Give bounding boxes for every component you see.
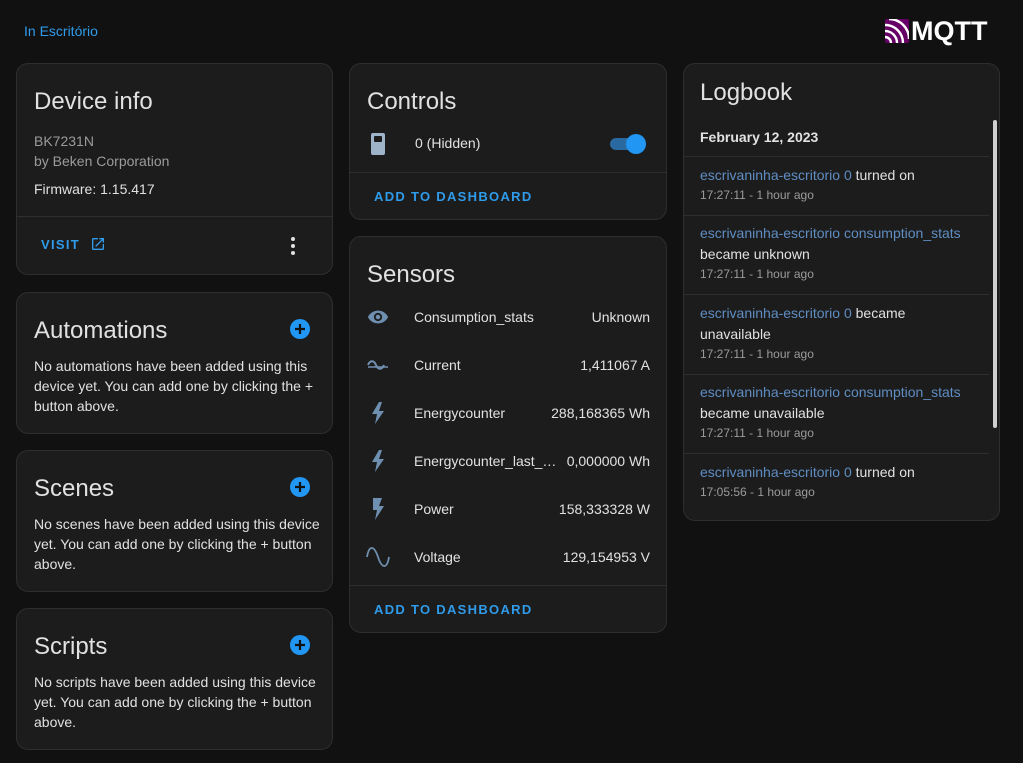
sensor-name: Voltage bbox=[414, 549, 461, 565]
sine-wave-icon bbox=[366, 545, 390, 569]
control-toggle[interactable] bbox=[608, 134, 646, 154]
logbook-separator bbox=[684, 453, 989, 454]
visit-button[interactable]: VISIT bbox=[41, 236, 106, 252]
logbook-separator bbox=[684, 156, 989, 157]
log-entry: escrivaninha-escritorio 0 turned on 17:2… bbox=[684, 165, 989, 202]
log-entry: escrivaninha-escritorio consumption_stat… bbox=[684, 382, 989, 440]
scripts-empty-text: No scripts have been added using this de… bbox=[34, 674, 316, 730]
open-in-new-icon bbox=[92, 238, 105, 250]
controls-title: Controls bbox=[367, 88, 457, 115]
log-entry: escrivaninha-escritorio 0 turned on 17:0… bbox=[684, 462, 989, 499]
control-row[interactable]: 0 (Hidden) bbox=[350, 128, 666, 160]
log-entity-link[interactable]: escrivaninha-escritorio 0 bbox=[700, 305, 852, 321]
visit-label: VISIT bbox=[41, 236, 81, 252]
add-automation-button[interactable] bbox=[290, 319, 310, 339]
add-script-button[interactable] bbox=[290, 635, 310, 655]
controls-card: Controls 0 (Hidden) ADD TO DASHBOARD bbox=[349, 63, 667, 220]
sensor-row[interactable]: Voltage 129,154953 V bbox=[350, 533, 666, 581]
logbook-title: Logbook bbox=[700, 79, 793, 106]
device-manufacturer: by Beken Corporation bbox=[34, 153, 170, 169]
log-time: 17:05:56 - 1 hour ago bbox=[700, 485, 815, 499]
flash-icon bbox=[366, 449, 390, 473]
flash-icon bbox=[366, 401, 390, 425]
sensor-name: Current bbox=[414, 357, 461, 373]
mqtt-logo-icon bbox=[885, 19, 909, 43]
log-action: became unknown bbox=[700, 246, 810, 262]
sensor-value: 158,333328 W bbox=[558, 501, 650, 517]
log-entity-link[interactable]: escrivaninha-escritorio 0 bbox=[700, 464, 852, 480]
logbook-separator bbox=[684, 294, 989, 295]
eye-icon bbox=[366, 305, 390, 329]
mqtt-wordmark: MQTT bbox=[911, 15, 988, 46]
log-time: 17:27:11 - 1 hour ago bbox=[700, 188, 814, 202]
logbook-separator bbox=[684, 374, 989, 375]
control-label: 0 (Hidden) bbox=[415, 135, 481, 151]
sensor-value: 129,154953 V bbox=[562, 549, 650, 565]
plus-icon bbox=[295, 482, 305, 492]
sensor-value: Unknown bbox=[591, 309, 650, 325]
controls-add-to-dashboard-button[interactable]: ADD TO DASHBOARD bbox=[374, 189, 533, 204]
sensor-row[interactable]: Consumption_stats Unknown bbox=[350, 293, 666, 341]
scenes-empty-text: No scenes have been added using this dev… bbox=[34, 516, 320, 572]
log-entry: escrivaninha-escritorio 0 became unavail… bbox=[684, 303, 989, 361]
logbook-scrollbar[interactable] bbox=[993, 120, 997, 428]
sensor-row[interactable]: Power 158,333328 W bbox=[350, 485, 666, 533]
sensor-row[interactable]: Energycounter_last_hour 0,000000 Wh bbox=[350, 437, 666, 485]
log-entity-link[interactable]: escrivaninha-escritorio 0 bbox=[700, 167, 852, 183]
automations-title: Automations bbox=[34, 317, 168, 344]
logbook-separator bbox=[684, 215, 989, 216]
flash-bold-icon bbox=[366, 497, 390, 521]
mqtt-logo: MQTT bbox=[885, 16, 987, 46]
logbook-card: Logbook February 12, 2023 escrivaninha-e… bbox=[683, 63, 1000, 521]
device-info-divider bbox=[17, 216, 332, 217]
log-entity-link[interactable]: escrivaninha-escritorio consumption_stat… bbox=[700, 384, 961, 400]
plus-icon bbox=[295, 640, 305, 650]
logbook-date: February 12, 2023 bbox=[700, 129, 819, 145]
log-action: became unavailable bbox=[700, 405, 825, 421]
sensors-title: Sensors bbox=[367, 261, 456, 288]
scripts-card: Scripts No scripts have been added using… bbox=[16, 608, 333, 750]
sensor-name: Energycounter bbox=[414, 405, 506, 421]
log-action: turned on bbox=[851, 464, 915, 480]
scenes-title: Scenes bbox=[34, 475, 115, 502]
sensor-value: 288,168365 Wh bbox=[551, 405, 650, 421]
more-options-icon[interactable] bbox=[285, 234, 301, 258]
add-scene-button[interactable] bbox=[290, 477, 310, 497]
sensor-name: Power bbox=[414, 501, 454, 517]
sensor-value: 0,000000 Wh bbox=[566, 453, 650, 469]
hidden-entity-icon bbox=[371, 133, 385, 155]
sensor-row[interactable]: Current 1,411067 A bbox=[350, 341, 666, 389]
sensor-name: Consumption_stats bbox=[414, 309, 534, 325]
area-link[interactable]: In Escritório bbox=[24, 23, 98, 39]
current-ac-icon bbox=[366, 353, 390, 377]
sensors-add-to-dashboard-button[interactable]: ADD TO DASHBOARD bbox=[374, 602, 533, 617]
device-firmware: Firmware: 1.15.417 bbox=[34, 181, 155, 197]
sensor-row[interactable]: Energycounter 288,168365 Wh bbox=[350, 389, 666, 437]
log-entity-link[interactable]: escrivaninha-escritorio consumption_stat… bbox=[700, 225, 961, 241]
scenes-card: Scenes No scenes have been added using t… bbox=[16, 450, 333, 592]
sensors-card: Sensors Consumption_stats Unknown Curren… bbox=[349, 236, 667, 633]
sensors-divider bbox=[350, 585, 666, 586]
log-entry: escrivaninha-escritorio consumption_stat… bbox=[684, 223, 989, 281]
device-info-card: Device info BK7231N by Beken Corporation… bbox=[16, 63, 333, 275]
sensor-name: Energycounter_last_hour bbox=[414, 453, 557, 469]
log-action: turned on bbox=[851, 167, 915, 183]
log-time: 17:27:11 - 1 hour ago bbox=[700, 347, 814, 361]
plus-icon bbox=[295, 324, 305, 334]
log-time: 17:27:11 - 1 hour ago bbox=[700, 426, 814, 440]
log-time: 17:27:11 - 1 hour ago bbox=[700, 267, 814, 281]
automations-empty-text: No automations have been added using thi… bbox=[34, 358, 314, 414]
automations-card: Automations No automations have been add… bbox=[16, 292, 333, 434]
sensor-value: 1,411067 A bbox=[580, 357, 650, 373]
device-info-title: Device info bbox=[34, 88, 153, 115]
device-model: BK7231N bbox=[34, 133, 94, 149]
controls-divider bbox=[350, 172, 666, 173]
scripts-title: Scripts bbox=[34, 633, 108, 660]
